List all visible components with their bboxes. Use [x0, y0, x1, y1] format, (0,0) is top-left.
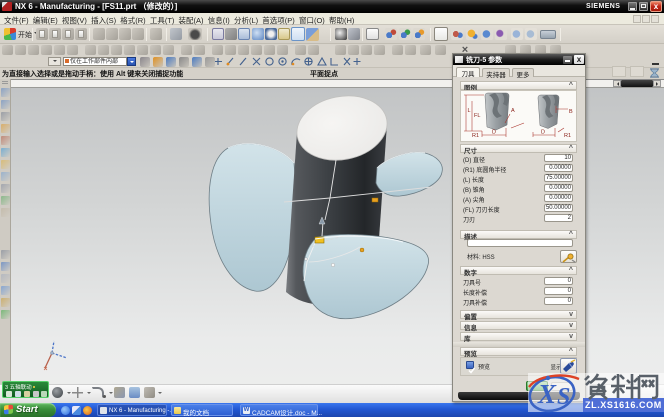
svg-text:FL: FL — [474, 113, 480, 119]
svg-text:L: L — [468, 108, 471, 114]
svg-text:D: D — [541, 130, 545, 136]
svg-text:R1: R1 — [472, 133, 479, 139]
svg-text:R1: R1 — [564, 133, 571, 139]
svg-text:A: A — [511, 108, 515, 114]
svg-text:B: B — [569, 109, 573, 115]
svg-text:X: X — [537, 379, 557, 409]
svg-text:D: D — [492, 130, 496, 136]
svg-text:S: S — [557, 384, 570, 410]
